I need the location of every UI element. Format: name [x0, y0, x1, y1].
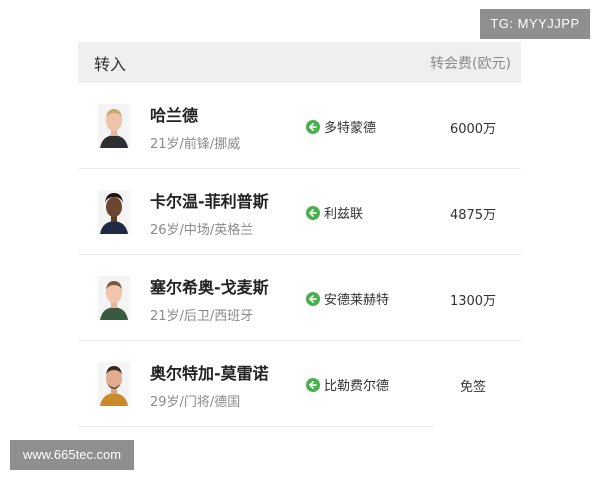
- transfer-fee: 4875万: [449, 208, 497, 223]
- from-club[interactable]: 利兹联: [306, 203, 363, 222]
- player-avatar: [98, 276, 130, 320]
- table-header: 转入 转会费(欧元): [78, 42, 521, 83]
- player-name[interactable]: 卡尔温-菲利普斯: [150, 188, 269, 212]
- watermark-bottom-left: www.665tec.com: [10, 440, 134, 470]
- player-name[interactable]: 塞尔希奥-戈麦斯: [150, 274, 269, 298]
- player-avatar: [98, 104, 130, 148]
- table-row[interactable]: 奥尔特加-莫雷诺 29岁/门将/德国 比勒费尔德 免签: [78, 341, 486, 427]
- club-name: 安德莱赫特: [324, 293, 390, 308]
- player-name[interactable]: 奥尔特加-莫雷诺: [150, 360, 269, 384]
- player-avatar: [98, 362, 130, 406]
- arrow-left-icon: [306, 377, 320, 392]
- from-club[interactable]: 多特蒙德: [306, 117, 376, 136]
- player-info: 26岁/中场/英格兰: [150, 223, 254, 238]
- arrow-left-icon: [306, 291, 320, 306]
- table-row[interactable]: 塞尔希奥-戈麦斯 21岁/后卫/西班牙 安德莱赫特 1300万: [78, 255, 521, 341]
- player-name[interactable]: 哈兰德: [150, 102, 198, 126]
- player-avatar: [98, 190, 130, 234]
- watermark-top-right: TG: MYYJJPP: [480, 9, 590, 39]
- header-transfers-in: 转入: [94, 54, 127, 74]
- player-info: 29岁/门将/德国: [150, 395, 241, 410]
- header-fee: 转会费(欧元): [430, 55, 511, 72]
- transfer-fee: 1300万: [449, 294, 497, 309]
- club-name: 比勒费尔德: [324, 379, 390, 394]
- from-club[interactable]: 安德莱赫特: [306, 289, 389, 308]
- player-info: 21岁/前锋/挪威: [150, 137, 241, 152]
- table-row[interactable]: 哈兰德 21岁/前锋/挪威 多特蒙德 6000万: [78, 83, 521, 169]
- transfer-fee: 6000万: [449, 122, 497, 137]
- transfers-in-table: 转入 转会费(欧元) 哈兰德 21岁/前锋/挪威 多特蒙德 6000万 卡尔温-…: [78, 42, 521, 427]
- transfer-fee: 免签: [459, 380, 486, 395]
- club-name: 多特蒙德: [324, 121, 377, 136]
- arrow-left-icon: [306, 119, 320, 134]
- from-club[interactable]: 比勒费尔德: [306, 375, 389, 394]
- arrow-left-icon: [306, 205, 320, 220]
- club-name: 利兹联: [324, 207, 364, 222]
- table-row[interactable]: 卡尔温-菲利普斯 26岁/中场/英格兰 利兹联 4875万: [78, 169, 521, 255]
- player-info: 21岁/后卫/西班牙: [150, 309, 254, 324]
